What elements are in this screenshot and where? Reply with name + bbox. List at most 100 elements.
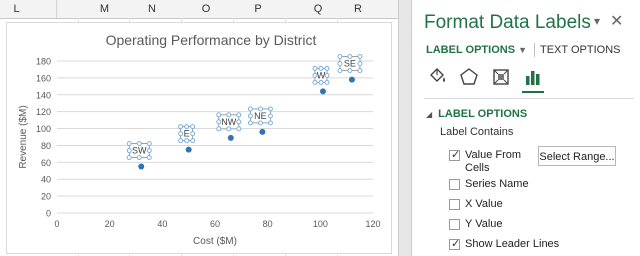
selection-handle[interactable] [337,54,343,60]
selection-handle[interactable] [318,65,324,71]
data-label[interactable]: NE [254,111,267,121]
x-tick-label: 80 [263,219,273,229]
y-tick-label: 60 [41,158,51,168]
selection-handle[interactable] [226,112,232,118]
checkmark-icon: ✓ [451,149,461,161]
value-from-cells-label[interactable]: Value From Cells [465,149,521,175]
data-label[interactable]: NW [221,117,236,127]
value-from-cells-label-line1: Value From [465,149,522,161]
column-header-l[interactable]: L [0,0,36,18]
data-label[interactable]: W [317,70,326,80]
data-point[interactable] [259,128,266,135]
selection-handle[interactable] [312,65,318,71]
fill-bucket-icon[interactable] [426,66,448,88]
selection-handle[interactable] [357,68,363,74]
section-label-options[interactable]: ◢ LABEL OPTIONS [426,108,527,120]
panel-options-chevron-icon[interactable]: ▾ [594,14,600,28]
selection-handle[interactable] [216,126,222,132]
selection-handle[interactable] [324,79,330,85]
data-label[interactable]: SE [344,59,356,69]
selection-handle[interactable] [190,131,196,137]
x-tick-label: 20 [105,219,115,229]
selection-handle[interactable] [267,106,273,112]
x-value-label[interactable]: X Value [465,198,503,211]
selection-handle[interactable] [226,126,232,132]
y-tick-label: 120 [36,107,51,117]
selection-handle[interactable] [126,155,132,161]
tab-text-options[interactable]: TEXT OPTIONS [540,44,620,56]
scatter-chart[interactable]: Operating Performance by District 0 20 40 60… [7,23,393,255]
selection-handle[interactable] [267,113,273,119]
selection-handle[interactable] [247,106,253,112]
value-from-cells-checkbox[interactable]: ✓ [449,149,461,161]
selection-handle[interactable] [236,126,242,132]
column-header-r[interactable]: R [322,0,394,18]
y-value-label[interactable]: Y Value [465,218,503,231]
selection-handle[interactable] [178,124,184,130]
bar-chart-icon[interactable] [522,66,544,88]
selection-handle[interactable] [146,155,152,161]
chevron-down-icon: ▼ [518,45,528,55]
column-headers: L M N O P Q R [0,0,398,19]
selection-handle[interactable] [257,106,263,112]
selection-handle[interactable] [216,119,222,125]
y-tick-label: 100 [36,124,51,134]
show-leader-lines-label[interactable]: Show Leader Lines [465,238,559,251]
close-icon[interactable]: ✕ [610,11,623,31]
selection-handle[interactable] [136,141,142,147]
selection-handle[interactable] [190,124,196,130]
selection-handle[interactable] [146,148,152,154]
selection-handle[interactable] [126,141,132,147]
panel-title: Format Data Labels [424,12,591,33]
value-from-cells-label-line2: Cells [465,162,490,174]
select-range-button[interactable]: Select Range... [538,146,616,166]
data-point[interactable] [319,88,326,95]
selection-handle[interactable] [357,61,363,67]
selection-handle[interactable] [347,54,353,60]
series-name-label[interactable]: Series Name [465,178,529,191]
selection-handle[interactable] [324,72,330,78]
pentagon-icon[interactable] [458,66,480,88]
format-data-labels-panel: Format Data Labels ▾ ✕ LABEL OPTIONS ▼ T… [412,0,640,256]
selection-handle[interactable] [236,112,242,118]
selection-handle[interactable] [267,120,273,126]
selection-handle[interactable] [136,155,142,161]
series-name-checkbox[interactable] [449,179,460,190]
y-value-checkbox[interactable] [449,219,460,230]
data-point[interactable] [185,146,192,153]
data-label[interactable]: E [184,129,190,139]
selection-handle[interactable] [126,148,132,154]
size-properties-icon[interactable] [490,66,512,88]
show-leader-lines-checkbox[interactable]: ✓ [449,238,460,250]
selection-handle[interactable] [324,65,330,71]
selection-handle[interactable] [318,79,324,85]
data-point[interactable] [348,76,355,83]
selection-handle[interactable] [178,131,184,137]
tab-label-options[interactable]: LABEL OPTIONS ▼ [426,44,527,56]
selection-handle[interactable] [184,124,190,130]
chart-title[interactable]: Operating Performance by District [106,32,317,48]
selection-handle[interactable] [247,120,253,126]
collapse-triangle-icon: ◢ [426,110,433,119]
pane-splitter[interactable] [398,0,412,256]
data-label[interactable]: SW [132,146,147,156]
selection-handle[interactable] [236,119,242,125]
selection-handle[interactable] [247,113,253,119]
selection-handle[interactable] [216,112,222,118]
selection-handle[interactable] [257,120,263,126]
selection-handle[interactable] [146,141,152,147]
selection-handle[interactable] [312,79,318,85]
data-point[interactable] [138,163,145,170]
selection-handle[interactable] [337,61,343,67]
selection-handle[interactable] [357,54,363,60]
selection-handle[interactable] [312,72,318,78]
selection-handle[interactable] [184,138,190,144]
selection-handle[interactable] [337,68,343,74]
selection-handle[interactable] [190,138,196,144]
worksheet: L M N O P Q R Operating Performance by D… [0,0,398,256]
selection-handle[interactable] [178,138,184,144]
data-point[interactable] [227,134,234,141]
chart-area[interactable]: Operating Performance by District 0 20 40 60… [6,22,392,254]
selection-handle[interactable] [347,68,353,74]
x-value-checkbox[interactable] [449,199,460,210]
